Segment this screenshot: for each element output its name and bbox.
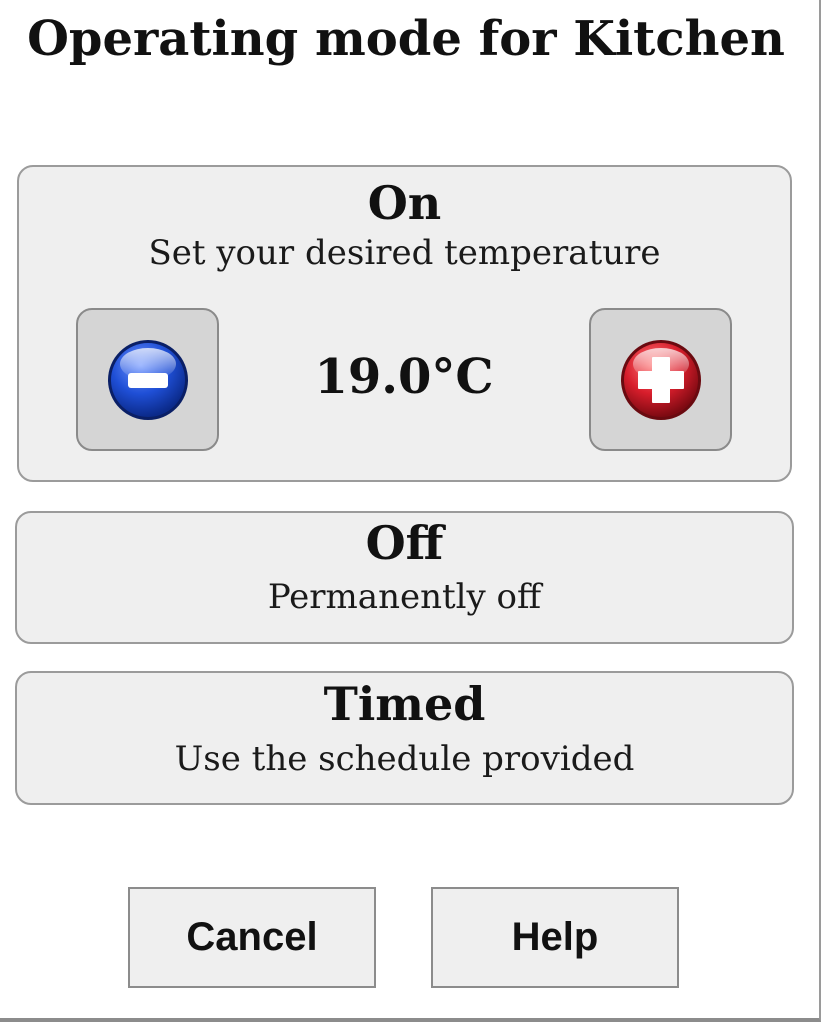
decrease-temperature-button[interactable] bbox=[76, 308, 219, 451]
mode-timed-description: Use the schedule provided bbox=[174, 739, 635, 779]
mode-off-option[interactable]: Off Permanently off bbox=[15, 511, 794, 644]
cancel-button[interactable]: Cancel bbox=[128, 887, 376, 988]
mode-timed-label: Timed bbox=[323, 677, 486, 731]
dialog-title: Operating mode for Kitchen bbox=[27, 11, 785, 67]
temperature-value: 19.0°C bbox=[314, 349, 494, 405]
increase-temperature-button[interactable] bbox=[589, 308, 732, 451]
help-button[interactable]: Help bbox=[431, 887, 679, 988]
mode-off-description: Permanently off bbox=[267, 577, 542, 617]
mode-on-label: On bbox=[367, 176, 442, 230]
dialog-frame: Operating mode for Kitchen On Set your d… bbox=[0, 0, 821, 1022]
mode-on-description: Set your desired temperature bbox=[148, 233, 661, 273]
minus-circle-icon bbox=[108, 340, 188, 420]
mode-on-option[interactable]: On Set your desired temperature 19.0°C bbox=[17, 165, 792, 482]
mode-timed-option[interactable]: Timed Use the schedule provided bbox=[15, 671, 794, 805]
mode-off-label: Off bbox=[365, 516, 444, 570]
plus-circle-icon bbox=[621, 340, 701, 420]
